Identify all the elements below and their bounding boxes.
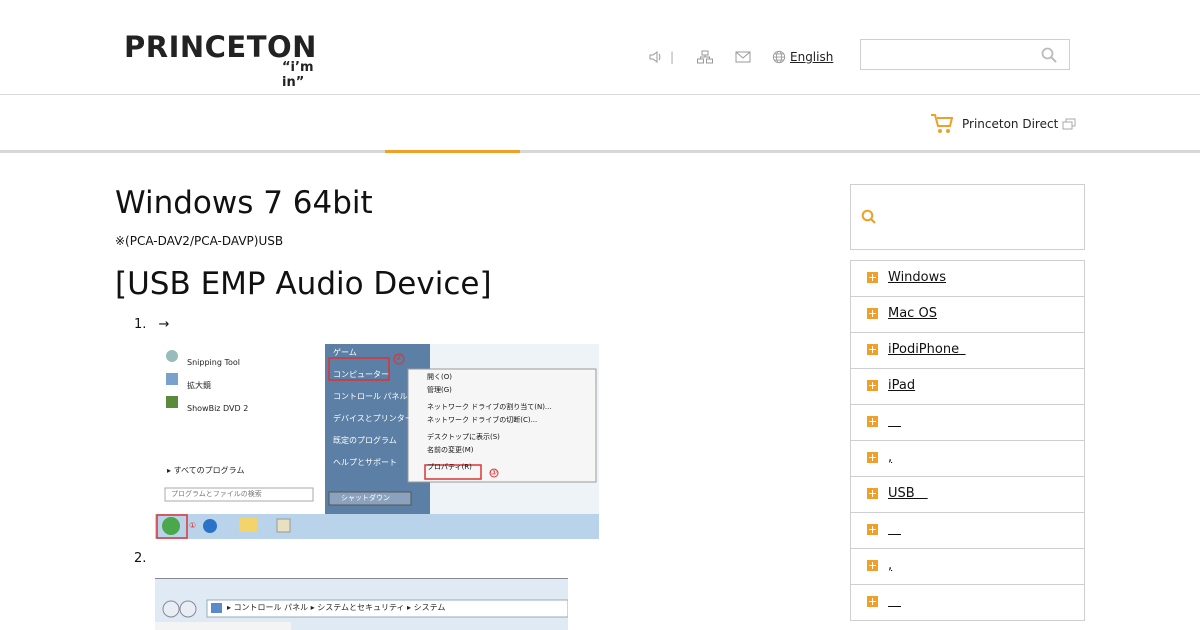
start-left-items: Snipping Tool 拡大鏡 ShowBiz DVD 2 — [187, 351, 248, 420]
main-nav: Princeton Direct — [0, 95, 1200, 153]
language-link-english[interactable]: English — [790, 50, 833, 64]
category-link[interactable]: Windows — [888, 270, 946, 285]
sidebar-search — [850, 184, 1085, 250]
category-link[interactable]: USB — [888, 486, 928, 501]
control-panel-screenshot: ▸ コントロール パネル ▸ システムとセキュリティ ▸ システム — [155, 578, 568, 630]
step-text: → — [158, 317, 170, 332]
category-link[interactable] — [888, 414, 901, 429]
step-number: 2. — [134, 551, 147, 566]
list-item[interactable]: , — [850, 441, 1085, 477]
category-link[interactable]: Mac OS — [888, 306, 937, 321]
list-item: 2. — [134, 551, 146, 566]
step-number: 1. — [134, 317, 147, 332]
utility-separator: | — [670, 50, 675, 64]
sitemap-icon[interactable] — [697, 49, 713, 65]
sidebar-search-input[interactable] — [885, 205, 1075, 229]
princeton-direct-link[interactable]: Princeton Direct — [930, 113, 1076, 135]
expand-plus-icon[interactable] — [867, 596, 878, 607]
princeton-logo[interactable]: PRINCETON “i’m in” — [124, 30, 334, 90]
princeton-direct-label: Princeton Direct — [962, 117, 1059, 131]
language-switch[interactable]: English — [772, 49, 833, 65]
search-icon[interactable] — [861, 209, 877, 225]
list-item[interactable]: Mac OS — [850, 297, 1085, 333]
logo-wordmark: PRINCETON — [124, 30, 317, 64]
start-right-items: ゲーム コンピューター コントロール パネル デバイスとプリンター 既定のプログ… — [333, 344, 413, 474]
menu-item: 開く(O) — [427, 373, 452, 381]
menu-item: ネットワーク ドライブの切断(C)... — [427, 416, 538, 424]
start-menu-screenshot: Snipping Tool 拡大鏡 ShowBiz DVD 2 ▸ すべてのプロ… — [155, 344, 599, 539]
expand-plus-icon[interactable] — [867, 452, 878, 463]
expand-plus-icon[interactable] — [867, 308, 878, 319]
menu-item: デスクトップに表示(S) — [427, 433, 500, 441]
list-item: コンピューター — [333, 370, 389, 379]
site-header: PRINCETON “i’m in” | English — [0, 0, 1200, 95]
list-item[interactable]: iPodiPhone — [850, 333, 1085, 369]
list-item[interactable]: iPad — [850, 369, 1085, 405]
list-item[interactable] — [850, 513, 1085, 549]
list-item[interactable]: , — [850, 549, 1085, 585]
all-programs: ▸ すべてのプログラム — [167, 466, 245, 475]
article: Windows 7 64bit ※(PCA-DAV2/PCA-DAVP)USB … — [115, 184, 815, 303]
category-link[interactable] — [888, 594, 901, 609]
category-link[interactable]: , — [888, 450, 892, 465]
cart-icon — [931, 114, 954, 133]
speaker-icon[interactable] — [648, 49, 664, 65]
expand-plus-icon[interactable] — [867, 488, 878, 499]
header-search — [860, 39, 1070, 70]
list-item[interactable]: USB — [850, 477, 1085, 513]
menu-item: 名前の変更(M) — [427, 446, 474, 454]
category-link[interactable]: iPodiPhone — [888, 342, 966, 357]
expand-plus-icon[interactable] — [867, 344, 878, 355]
breadcrumb: ▸ コントロール パネル ▸ システムとセキュリティ ▸ システム — [227, 603, 446, 612]
category-link[interactable] — [888, 522, 901, 537]
search-icon[interactable] — [1041, 47, 1057, 63]
menu-item: 管理(G) — [427, 386, 452, 394]
model-note: ※(PCA-DAV2/PCA-DAVP)USB — [115, 234, 284, 248]
menu-item: ネットワーク ドライブの割り当て(N)... — [427, 403, 552, 411]
list-item: 拡大鏡 — [187, 381, 211, 390]
list-item: コントロール パネル — [333, 392, 408, 401]
globe-icon — [772, 50, 786, 64]
expand-plus-icon[interactable] — [867, 560, 878, 571]
category-list: Windows Mac OS iPodiPhone iPad , USB , — [850, 260, 1085, 621]
context-menu: 開く(O) 管理(G) ネットワーク ドライブの割り当て(N)... ネットワー… — [427, 371, 552, 474]
expand-plus-icon[interactable] — [867, 272, 878, 283]
category-link[interactable]: iPad — [888, 378, 915, 393]
section-title: [USB EMP Audio Device] — [115, 266, 492, 302]
category-link[interactable]: , — [888, 558, 892, 573]
list-item: ShowBiz DVD 2 — [187, 404, 249, 413]
marker-1: ① — [189, 521, 197, 530]
nav-active-indicator — [385, 150, 520, 153]
marker-2: ② — [395, 353, 403, 362]
page-title: Windows 7 64bit — [115, 185, 373, 221]
list-item: デバイスとプリンター — [333, 414, 413, 423]
expand-plus-icon[interactable] — [867, 380, 878, 391]
start-search-placeholder: プログラムとファイルの検索 — [171, 490, 262, 498]
expand-plus-icon[interactable] — [867, 524, 878, 535]
list-item: 1. → — [134, 317, 169, 332]
list-item: ヘルプとサポート — [333, 458, 397, 467]
header-search-input[interactable] — [861, 40, 1031, 69]
list-item[interactable]: Windows — [850, 261, 1085, 297]
marker-3: ③ — [490, 468, 498, 477]
logo-tagline: “i’m in” — [282, 60, 314, 90]
mail-icon[interactable] — [735, 49, 751, 65]
list-item: 既定のプログラム — [333, 436, 397, 445]
external-window-icon — [1062, 118, 1076, 130]
expand-plus-icon[interactable] — [867, 416, 878, 427]
list-item: Snipping Tool — [187, 358, 240, 367]
shutdown-button: シャットダウン — [341, 494, 390, 502]
list-item[interactable] — [850, 405, 1085, 441]
list-item[interactable] — [850, 585, 1085, 621]
